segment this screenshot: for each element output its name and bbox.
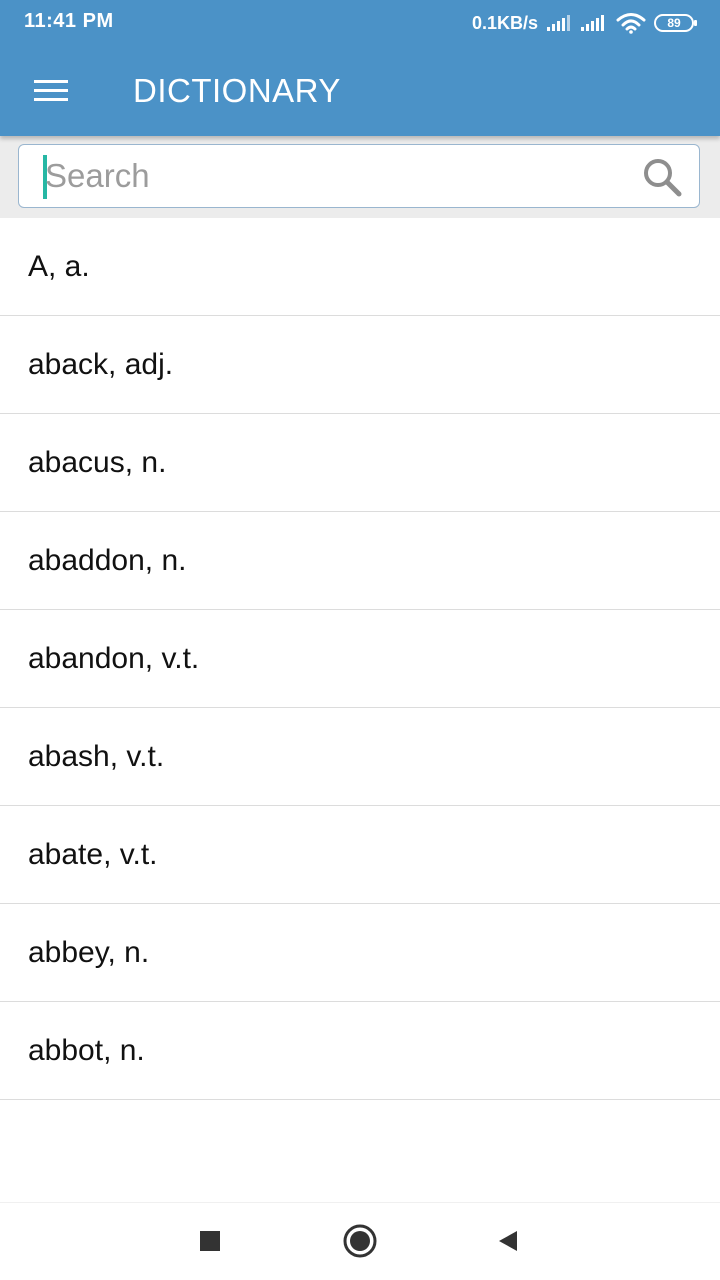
search-box — [18, 144, 700, 208]
list-item[interactable]: abate, v.t. — [0, 806, 720, 904]
battery-level: 89 — [667, 16, 681, 30]
toolbar: DICTIONARY — [0, 46, 720, 136]
list-item[interactable]: abbey, n. — [0, 904, 720, 1002]
status-indicators: 0.1KB/s 89 — [472, 10, 698, 36]
status-bar: 11:41 PM 0.1KB/s 89 — [0, 0, 720, 46]
list-item[interactable]: abbot, n. — [0, 1002, 720, 1100]
signal-strength-icon — [546, 14, 572, 32]
list-item[interactable]: abaddon, n. — [0, 512, 720, 610]
app-bar: 11:41 PM 0.1KB/s 89 DICTIONARY — [0, 0, 720, 136]
system-navigation-bar — [0, 1202, 720, 1280]
wifi-icon — [616, 12, 646, 34]
signal-strength-2-icon — [580, 14, 608, 32]
battery-icon: 89 — [654, 14, 698, 32]
search-icon[interactable] — [641, 157, 685, 197]
list-item[interactable]: A, a. — [0, 218, 720, 316]
list-item[interactable]: abash, v.t. — [0, 708, 720, 806]
list-item[interactable]: abacus, n. — [0, 414, 720, 512]
word-list: A, a. aback, adj. abacus, n. abaddon, n.… — [0, 218, 720, 1100]
screen: 11:41 PM 0.1KB/s 89 DICTIONARY Search A,… — [0, 0, 720, 1280]
search-area — [0, 136, 720, 218]
list-item[interactable]: aback, adj. — [0, 316, 720, 414]
status-time: 11:41 PM — [24, 10, 114, 32]
network-speed: 0.1KB/s — [471, 12, 538, 33]
circle-home-icon[interactable] — [340, 1221, 380, 1261]
hamburger-menu-icon[interactable] — [32, 76, 70, 106]
triangle-back-icon[interactable] — [488, 1221, 528, 1261]
square-recents-icon[interactable] — [190, 1221, 230, 1261]
search-input[interactable] — [45, 153, 625, 199]
app-title: DICTIONARY — [133, 72, 341, 109]
list-item[interactable]: abandon, v.t. — [0, 610, 720, 708]
